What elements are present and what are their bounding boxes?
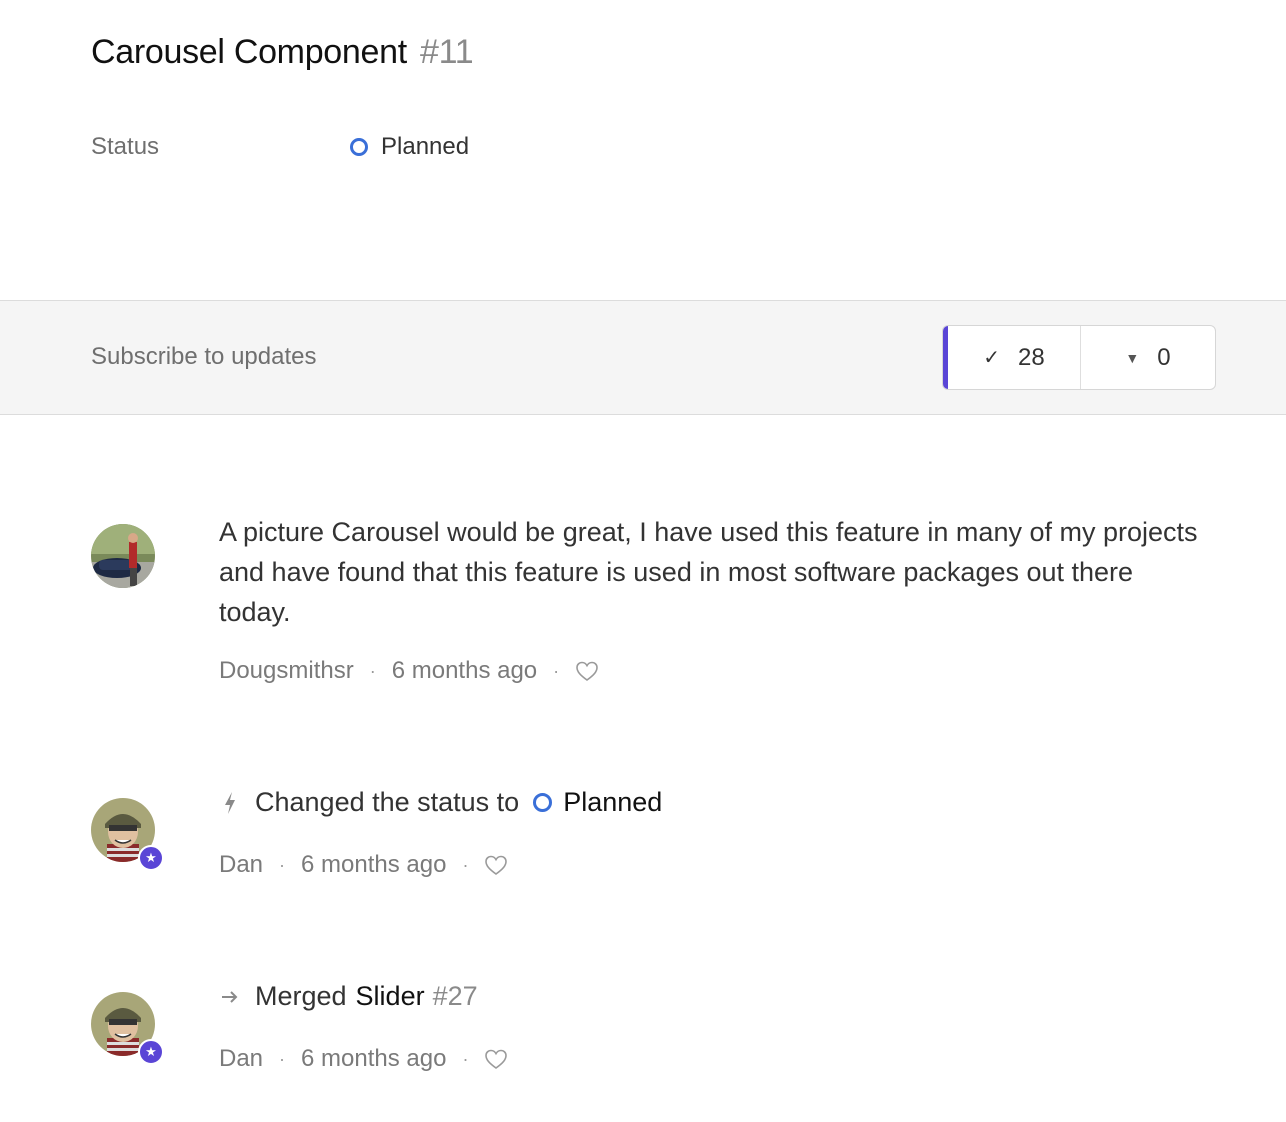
comment-meta: Dougsmithsr · 6 months ago · <box>219 657 599 685</box>
merged-post-number: #27 <box>432 981 478 1011</box>
subscribe-link[interactable]: Subscribe to updates <box>91 343 316 371</box>
subscribe-bar: Subscribe to updates ✓ 28 ▼ 0 <box>0 300 1286 415</box>
heart-icon[interactable] <box>484 1048 508 1070</box>
activity-meta: Dan · 6 months ago · <box>219 1045 508 1073</box>
comment-text: A picture Carousel would be great, I hav… <box>219 517 1198 627</box>
separator-dot: · <box>279 854 286 875</box>
separator-dot: · <box>279 1048 286 1069</box>
activity-time[interactable]: 6 months ago <box>301 1045 446 1073</box>
avatar[interactable]: ★ <box>91 992 164 1065</box>
merged-post-link[interactable]: Slider <box>356 981 425 1012</box>
post-title: Carousel Component <box>91 33 407 71</box>
separator-dot: · <box>369 660 376 681</box>
separator-dot: · <box>553 660 560 681</box>
avatar[interactable]: ★ <box>91 798 164 871</box>
status-ring-icon <box>533 793 553 812</box>
vote-box: ✓ 28 ▼ 0 <box>942 325 1216 390</box>
status-value: Planned <box>381 133 470 160</box>
activity-meta: Dan · 6 months ago · <box>219 851 508 879</box>
downvote-button[interactable]: ▼ 0 <box>1081 326 1215 389</box>
heart-icon[interactable] <box>575 660 599 682</box>
status-ring-icon <box>350 138 368 156</box>
comment-time[interactable]: 6 months ago <box>392 657 537 685</box>
activity-author[interactable]: Dan <box>219 851 263 879</box>
status-row: Status Planned <box>91 133 469 161</box>
downvote-count: 0 <box>1157 343 1171 371</box>
upvote-count: 28 <box>1018 343 1045 371</box>
separator-dot: · <box>462 1048 469 1069</box>
star-icon: ★ <box>138 845 164 871</box>
activity-author[interactable]: Dan <box>219 1045 263 1073</box>
arrow-right-icon <box>219 989 241 1005</box>
check-icon: ✓ <box>983 347 1001 369</box>
activity-time[interactable]: 6 months ago <box>301 851 446 879</box>
activity-status: Planned <box>563 787 663 817</box>
upvote-button[interactable]: ✓ 28 <box>943 326 1081 389</box>
heart-icon[interactable] <box>484 854 508 876</box>
avatar-photo <box>91 524 155 588</box>
lightning-icon <box>219 791 241 815</box>
page-title: Carousel Component #11 <box>91 33 474 72</box>
star-icon: ★ <box>138 1039 164 1065</box>
comment-author[interactable]: Dougsmithsr <box>219 657 354 685</box>
post-number: #11 <box>420 33 474 71</box>
activity-merge: Merged Slider #27 <box>219 981 478 1012</box>
triangle-down-icon: ▼ <box>1125 349 1140 366</box>
avatar[interactable] <box>91 524 155 588</box>
activity-status-change: Changed the status to Planned <box>219 787 662 818</box>
activity-text: Merged <box>255 981 347 1011</box>
status-label: Status <box>91 133 160 160</box>
activity-text: Changed the status to <box>255 787 520 817</box>
separator-dot: · <box>462 854 469 875</box>
